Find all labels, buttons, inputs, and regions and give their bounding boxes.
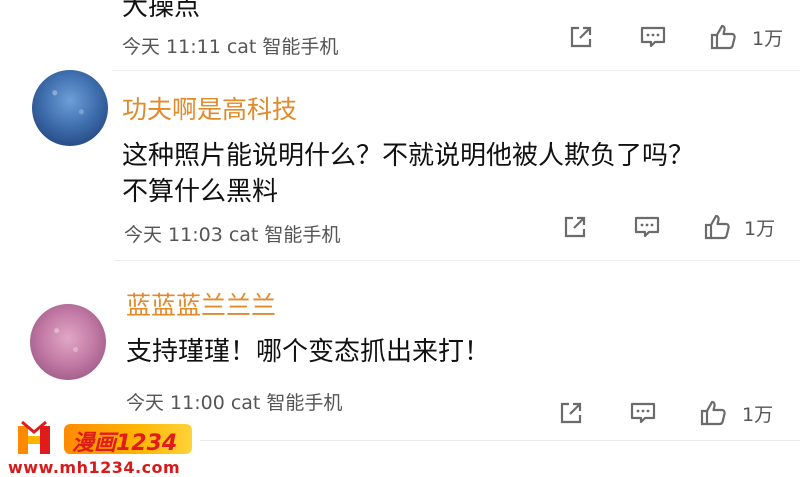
divider (200, 440, 800, 441)
comment-meta: 今天 11:11 cat 智能手机 (122, 36, 339, 58)
comment-icon[interactable] (638, 22, 668, 52)
comment-item: 蓝蓝蓝兰兰兰 支持瑾瑾！哪个变态抓出来打！ 今天 11:00 cat 智能手机 (0, 260, 800, 414)
like-icon[interactable] (702, 212, 732, 242)
comment-text: 这种照片能说明什么？不就说明他被人欺负了吗？ 不算什么黑料 (122, 138, 694, 210)
like-icon[interactable] (708, 22, 738, 52)
comment-icon[interactable] (632, 212, 662, 242)
share-icon[interactable] (560, 212, 590, 242)
like-count: 1万 (742, 404, 774, 426)
watermark: 漫画1234 www.mh1234.com (0, 412, 200, 477)
like-icon[interactable] (698, 398, 728, 428)
comment-actions: 1万 (556, 398, 786, 428)
comment-text: 大操点 (122, 0, 201, 22)
comment-item: 大操点 今天 11:11 cat 智能手机 1万 (0, 0, 800, 70)
comment-actions: 1万 (560, 212, 790, 242)
comment-item: 功夫啊是高科技 这种照片能说明什么？不就说明他被人欺负了吗？ 不算什么黑料 今天… (0, 70, 800, 260)
like-count: 1万 (744, 218, 776, 240)
comment-icon[interactable] (628, 398, 658, 428)
comment-text-line: 不算什么黑料 (122, 177, 279, 207)
watermark-logo-icon (14, 418, 54, 460)
comment-text: 支持瑾瑾！哪个变态抓出来打！ (126, 334, 490, 370)
comment-username[interactable]: 功夫啊是高科技 (122, 90, 297, 126)
like-count: 1万 (752, 28, 784, 50)
avatar[interactable] (32, 70, 108, 146)
comment-text-line: 支持瑾瑾！哪个变态抓出来打！ (126, 337, 491, 367)
watermark-url: www.mh1234.com (8, 458, 181, 477)
share-icon[interactable] (556, 398, 586, 428)
avatar[interactable] (30, 304, 106, 380)
share-icon[interactable] (566, 22, 596, 52)
comment-text-line: 这种照片能说明什么？不就说明他被人欺负了吗？ (122, 141, 695, 171)
comment-meta: 今天 11:03 cat 智能手机 (124, 224, 341, 246)
watermark-badge-text: 漫画1234 (72, 431, 178, 456)
comment-meta: 今天 11:00 cat 智能手机 (126, 392, 343, 414)
comment-username[interactable]: 蓝蓝蓝兰兰兰 (126, 286, 276, 322)
comment-actions: 1万 (566, 22, 796, 52)
